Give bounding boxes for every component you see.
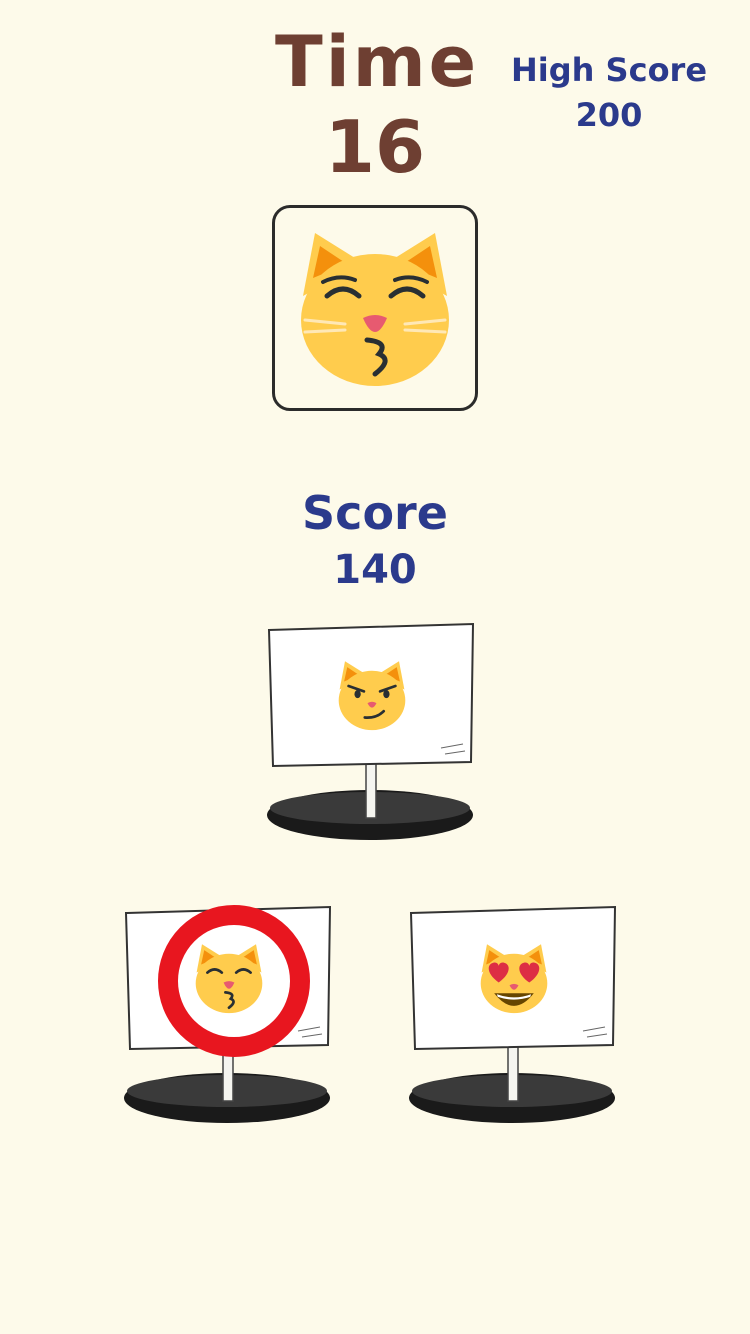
heart-eyes-cat-icon bbox=[480, 944, 548, 1014]
smirking-cat-icon bbox=[338, 661, 406, 731]
hole-slot-top[interactable] bbox=[265, 620, 485, 850]
time-value: 16 bbox=[324, 105, 426, 189]
high-score-value: 200 bbox=[575, 96, 643, 134]
kissing-cat-icon bbox=[301, 233, 449, 386]
time-label: Time bbox=[275, 21, 480, 103]
hole-slot-left[interactable] bbox=[122, 903, 342, 1133]
selection-ring-marker bbox=[158, 905, 310, 1057]
high-score-label: High Score bbox=[510, 51, 708, 89]
score-label: Score bbox=[302, 486, 448, 540]
target-emoji-box bbox=[272, 205, 478, 411]
hole-slot-right[interactable] bbox=[407, 903, 627, 1133]
score-value: 140 bbox=[333, 547, 417, 593]
